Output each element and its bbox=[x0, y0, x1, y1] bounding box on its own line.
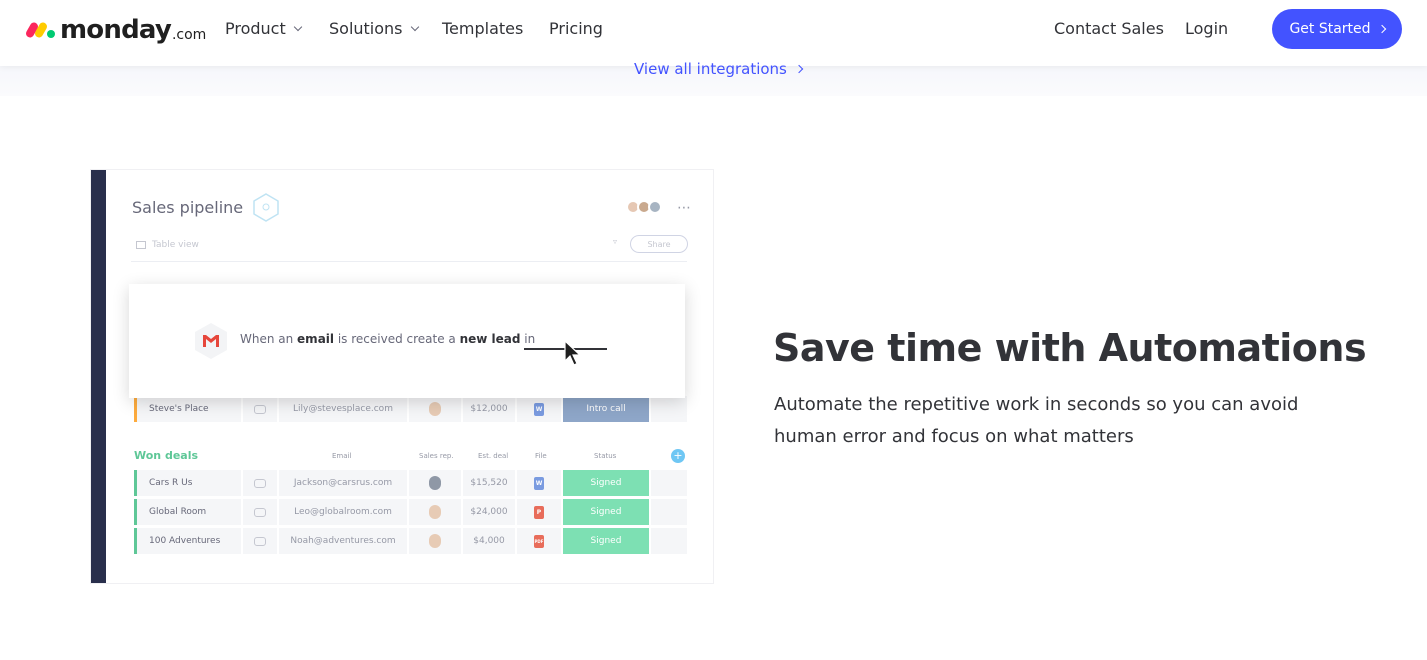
chevron-right-icon bbox=[794, 64, 804, 74]
row-end-cell bbox=[651, 528, 687, 554]
filter-icon: ▿ bbox=[613, 237, 618, 246]
gmail-icon bbox=[195, 323, 227, 359]
column-header-status: Status bbox=[594, 452, 617, 460]
row-name: Steve's Place bbox=[137, 396, 241, 422]
row-deal: $4,000 bbox=[463, 528, 515, 554]
table-icon bbox=[136, 241, 146, 249]
status-badge: Signed bbox=[563, 528, 649, 554]
row-deal: $15,520 bbox=[463, 470, 515, 496]
chat-bubble-icon bbox=[243, 396, 277, 422]
word-file-icon: W bbox=[517, 396, 561, 422]
table-row: 100 Adventures Noah@adventures.com $4,00… bbox=[134, 528, 690, 554]
chat-bubble-icon bbox=[243, 528, 277, 554]
view-all-integrations-label: View all integrations bbox=[634, 60, 787, 78]
board-members bbox=[626, 200, 662, 214]
monday-logo-icon bbox=[24, 20, 56, 40]
recipe-action: new lead bbox=[459, 332, 521, 346]
chat-bubble-icon bbox=[243, 470, 277, 496]
recipe-part: in bbox=[520, 332, 536, 346]
logo-suffix: .com bbox=[171, 27, 207, 43]
row-email: Leo@globalroom.com bbox=[279, 499, 407, 525]
status-badge: Signed bbox=[563, 499, 649, 525]
group-title: Won deals bbox=[134, 449, 199, 462]
row-name: Cars R Us bbox=[137, 470, 241, 496]
row-end-cell bbox=[651, 470, 687, 496]
row-name: Global Room bbox=[137, 499, 241, 525]
person-avatar bbox=[409, 499, 461, 525]
contact-sales-link[interactable]: Contact Sales bbox=[1054, 19, 1164, 38]
table-row: Cars R Us Jackson@carsrus.com $15,520 W … bbox=[134, 470, 690, 496]
monday-logo[interactable]: monday .com bbox=[24, 10, 207, 50]
feature-headline: Save time with Automations bbox=[773, 326, 1367, 370]
recipe-part: is received create a bbox=[334, 332, 460, 346]
automation-recipe-text: When an email is received create a new l… bbox=[240, 332, 535, 346]
column-header-email: Email bbox=[332, 452, 352, 460]
nav-product[interactable]: Product bbox=[225, 19, 302, 38]
column-header-sales-rep: Sales rep. bbox=[419, 452, 454, 460]
nav-solutions-label: Solutions bbox=[329, 19, 403, 38]
board-title: Sales pipeline bbox=[132, 198, 244, 217]
table-row: Global Room Leo@globalroom.com $24,000 P… bbox=[134, 499, 690, 525]
row-end-cell bbox=[651, 396, 687, 422]
chat-bubble-icon bbox=[243, 499, 277, 525]
top-nav: monday .com Product Solutions Templates … bbox=[0, 0, 1427, 66]
word-file-icon: W bbox=[517, 470, 561, 496]
row-email: Lily@stevesplace.com bbox=[279, 396, 407, 422]
add-column-icon: + bbox=[671, 449, 685, 463]
logo-wordmark: monday bbox=[60, 15, 172, 45]
board-hexagon-icon bbox=[253, 193, 279, 222]
board-sidebar-bar bbox=[91, 170, 106, 583]
row-email: Noah@adventures.com bbox=[279, 528, 407, 554]
column-header-file: File bbox=[535, 452, 547, 460]
person-avatar bbox=[409, 470, 461, 496]
status-badge: Intro call bbox=[563, 396, 649, 422]
pdf-file-icon: PDF bbox=[517, 528, 561, 554]
automation-recipe-card: When an email is received create a new l… bbox=[129, 284, 685, 398]
nav-product-label: Product bbox=[225, 19, 286, 38]
get-started-button[interactable]: Get Started bbox=[1272, 9, 1402, 49]
view-all-integrations-link[interactable]: View all integrations bbox=[634, 60, 804, 78]
avatar bbox=[648, 200, 662, 214]
get-started-label: Get Started bbox=[1289, 21, 1371, 37]
column-header-deal: Est. deal bbox=[478, 452, 509, 460]
row-deal: $12,000 bbox=[463, 396, 515, 422]
chevron-right-icon bbox=[1377, 24, 1386, 34]
row-name: 100 Adventures bbox=[137, 528, 241, 554]
person-avatar bbox=[409, 528, 461, 554]
feature-description: Automate the repetitive work in seconds … bbox=[774, 394, 1299, 447]
more-icon: ⋯ bbox=[677, 200, 692, 216]
nav-pricing[interactable]: Pricing bbox=[549, 19, 603, 38]
board-divider bbox=[131, 261, 687, 262]
recipe-trigger: email bbox=[297, 332, 335, 346]
person-avatar bbox=[409, 396, 461, 422]
mouse-cursor-icon bbox=[564, 340, 582, 366]
table-row: Steve's Place Lily@stevesplace.com $12,0… bbox=[134, 396, 690, 422]
row-deal: $24,000 bbox=[463, 499, 515, 525]
table-view-selector: Table view bbox=[136, 240, 199, 250]
row-email: Jackson@carsrus.com bbox=[279, 470, 407, 496]
chevron-down-icon bbox=[293, 22, 302, 31]
share-label: Share bbox=[647, 239, 671, 249]
row-end-cell bbox=[651, 499, 687, 525]
share-button: Share bbox=[630, 235, 688, 253]
powerpoint-file-icon: P bbox=[517, 499, 561, 525]
login-link[interactable]: Login bbox=[1185, 19, 1228, 38]
recipe-part: When an bbox=[240, 332, 298, 346]
table-view-label: Table view bbox=[152, 240, 199, 250]
nav-templates[interactable]: Templates bbox=[442, 19, 523, 38]
chevron-down-icon bbox=[410, 22, 419, 31]
status-badge: Signed bbox=[563, 470, 649, 496]
nav-solutions[interactable]: Solutions bbox=[329, 19, 419, 38]
